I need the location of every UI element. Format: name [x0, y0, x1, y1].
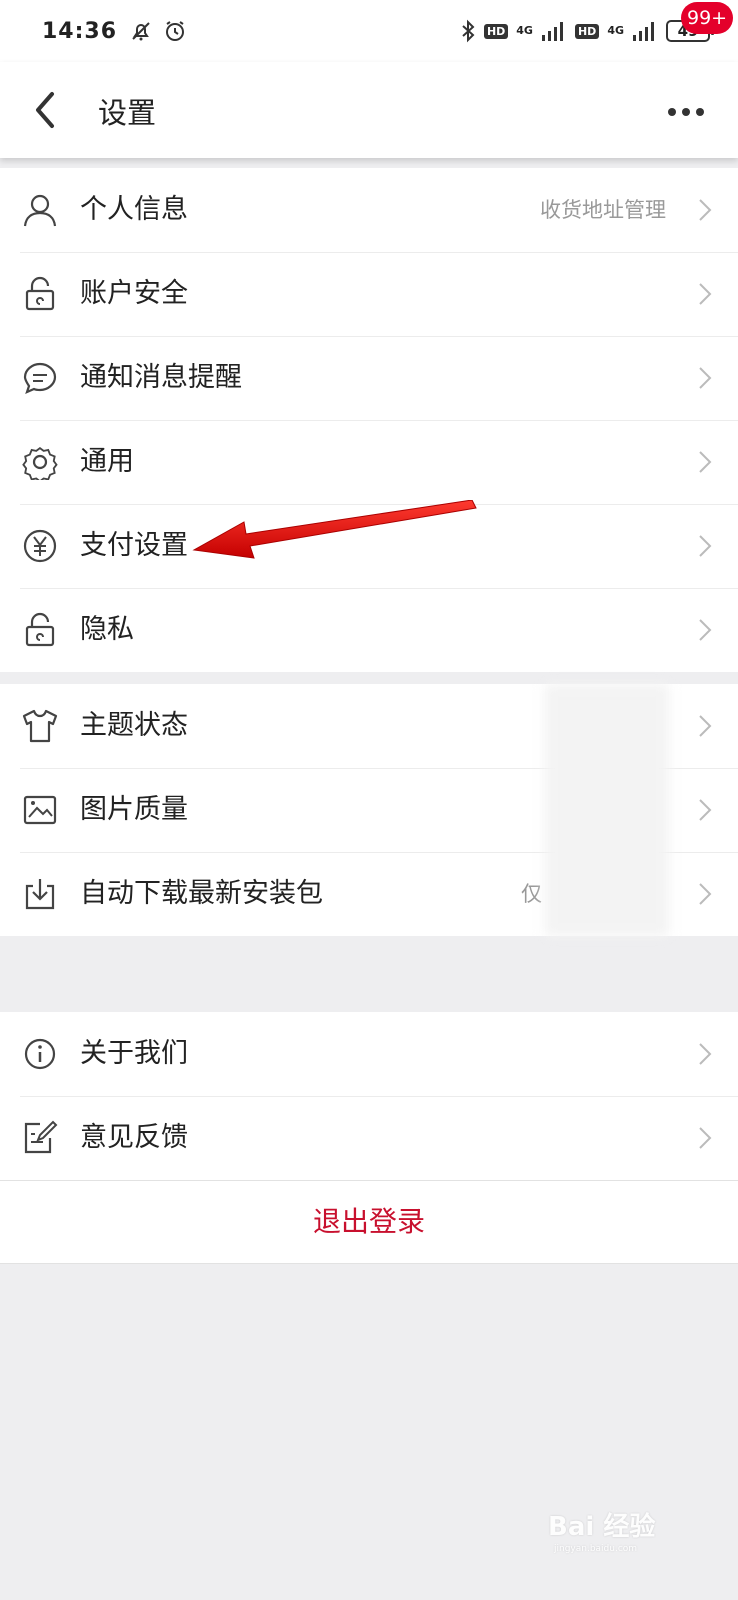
row-label: 关于我们 — [80, 1038, 188, 1069]
image-icon — [23, 795, 57, 825]
settings-group-about: 关于我们 意见反馈 — [0, 1012, 738, 1180]
mute-bell-icon — [132, 22, 150, 41]
row-about-us[interactable]: 关于我们 — [0, 1012, 738, 1096]
yuan-icon — [23, 529, 57, 563]
bluetooth-icon — [462, 19, 475, 43]
row-label: 个人信息 — [80, 194, 188, 225]
row-account-security[interactable]: 账户安全 — [0, 252, 738, 336]
status-time: 14:36 — [42, 18, 118, 44]
lock-icon — [25, 276, 55, 311]
row-general[interactable]: 通用 — [0, 420, 738, 504]
page-title: 设置 — [98, 96, 157, 130]
row-label: 支付设置 — [80, 530, 188, 561]
chevron-right-icon — [699, 715, 712, 737]
blurred-values — [545, 684, 669, 936]
chevron-right-icon — [699, 535, 712, 557]
network-type-2: 4G — [607, 24, 624, 37]
back-button[interactable] — [28, 86, 68, 134]
row-value: 收货地址管理 — [540, 198, 666, 222]
row-label: 账户安全 — [80, 278, 188, 309]
chevron-right-icon — [699, 799, 712, 821]
message-icon — [23, 362, 57, 394]
chevron-right-icon — [699, 1127, 712, 1149]
feedback-icon — [24, 1120, 58, 1154]
hd-badge: HD — [483, 23, 509, 39]
row-label: 主题状态 — [80, 710, 188, 741]
chevron-right-icon — [699, 619, 712, 641]
watermark-logo: Bai 经验 jingyan.baidu.com — [548, 1512, 656, 1554]
row-feedback[interactable]: 意见反馈 — [0, 1096, 738, 1180]
row-privacy[interactable]: 隐私 — [0, 588, 738, 672]
row-notifications[interactable]: 通知消息提醒 — [0, 336, 738, 420]
annotation-arrow — [192, 500, 477, 559]
more-button[interactable] — [664, 92, 708, 132]
row-personal-info[interactable]: 个人信息 收货地址管理 — [0, 168, 738, 252]
gear-icon — [22, 446, 58, 480]
status-bar: 14:36 HD 4G HD 4G 49 — [0, 0, 738, 62]
chevron-right-icon — [699, 883, 712, 905]
hd-badge-2: HD — [574, 23, 600, 39]
settings-group-account: 个人信息 收货地址管理 账户安全 通知消息提醒 通用 支付设置 隐私 — [0, 168, 738, 672]
row-label: 隐私 — [80, 614, 134, 645]
chevron-right-icon — [699, 199, 712, 221]
settings-group-display: 主题状态 图片质量 自动下载最新安装包 仅 — [0, 684, 738, 936]
chevron-right-icon — [699, 1043, 712, 1065]
title-bar: 设置 — [0, 62, 738, 158]
row-value: 仅 — [521, 882, 542, 906]
logout-button[interactable]: 退出登录 — [0, 1180, 738, 1264]
lock-icon — [25, 612, 55, 647]
download-icon — [25, 879, 55, 910]
more-dots-icon — [668, 108, 704, 116]
signal-icon-2 — [633, 22, 654, 41]
row-label: 通用 — [80, 446, 134, 477]
row-label: 意见反馈 — [80, 1122, 188, 1153]
chevron-right-icon — [699, 367, 712, 389]
signal-icon — [541, 22, 563, 41]
row-label: 通知消息提醒 — [80, 362, 242, 393]
shirt-icon — [22, 709, 58, 743]
chevron-right-icon — [699, 283, 712, 305]
row-label: 自动下载最新安装包 — [80, 878, 323, 909]
row-label: 图片质量 — [80, 794, 188, 825]
chevron-left-icon — [36, 92, 54, 128]
person-icon — [23, 194, 57, 227]
info-icon — [24, 1038, 56, 1070]
network-type: 4G — [516, 24, 533, 37]
chevron-right-icon — [699, 451, 712, 473]
alarm-icon — [166, 21, 185, 41]
notification-badge: 99+ — [681, 2, 734, 34]
